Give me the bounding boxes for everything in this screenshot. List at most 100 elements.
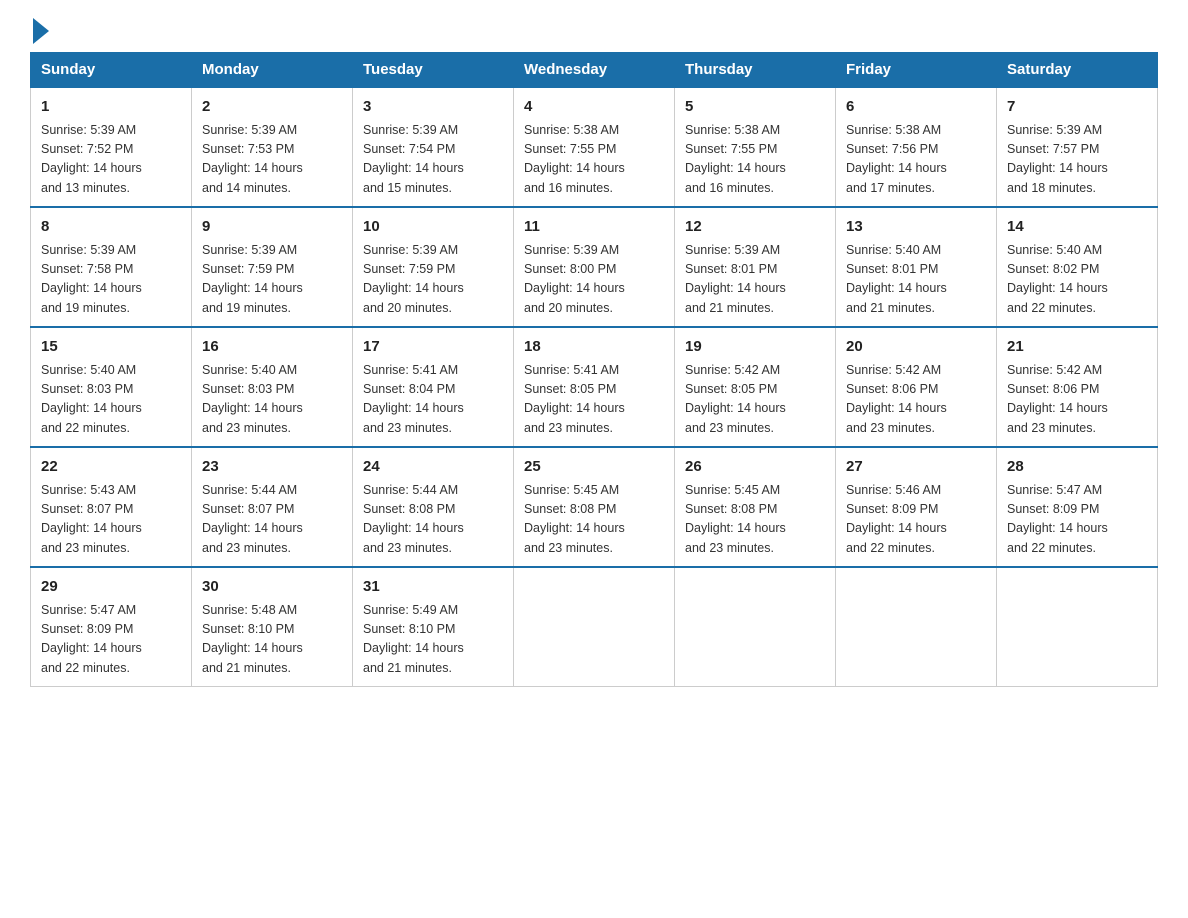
calendar-day-cell [836, 567, 997, 687]
day-info: Sunrise: 5:46 AMSunset: 8:09 PMDaylight:… [846, 481, 986, 559]
calendar-week-row: 1Sunrise: 5:39 AMSunset: 7:52 PMDaylight… [31, 87, 1158, 207]
day-number: 2 [202, 96, 342, 119]
day-info: Sunrise: 5:39 AMSunset: 8:01 PMDaylight:… [685, 241, 825, 319]
day-number: 14 [1007, 216, 1147, 239]
day-number: 1 [41, 96, 181, 119]
header-wednesday: Wednesday [514, 53, 675, 88]
day-info: Sunrise: 5:41 AMSunset: 8:04 PMDaylight:… [363, 361, 503, 439]
header-monday: Monday [192, 53, 353, 88]
day-number: 4 [524, 96, 664, 119]
day-number: 18 [524, 336, 664, 359]
day-number: 27 [846, 456, 986, 479]
calendar-day-cell: 23Sunrise: 5:44 AMSunset: 8:07 PMDayligh… [192, 447, 353, 567]
day-info: Sunrise: 5:47 AMSunset: 8:09 PMDaylight:… [41, 601, 181, 679]
calendar-week-row: 15Sunrise: 5:40 AMSunset: 8:03 PMDayligh… [31, 327, 1158, 447]
day-number: 7 [1007, 96, 1147, 119]
calendar-day-cell: 8Sunrise: 5:39 AMSunset: 7:58 PMDaylight… [31, 207, 192, 327]
day-number: 15 [41, 336, 181, 359]
calendar-day-cell: 17Sunrise: 5:41 AMSunset: 8:04 PMDayligh… [353, 327, 514, 447]
day-number: 10 [363, 216, 503, 239]
day-number: 19 [685, 336, 825, 359]
day-info: Sunrise: 5:42 AMSunset: 8:05 PMDaylight:… [685, 361, 825, 439]
day-number: 31 [363, 576, 503, 599]
day-number: 11 [524, 216, 664, 239]
day-info: Sunrise: 5:39 AMSunset: 7:58 PMDaylight:… [41, 241, 181, 319]
day-info: Sunrise: 5:47 AMSunset: 8:09 PMDaylight:… [1007, 481, 1147, 559]
day-number: 23 [202, 456, 342, 479]
day-info: Sunrise: 5:40 AMSunset: 8:02 PMDaylight:… [1007, 241, 1147, 319]
calendar-day-cell: 7Sunrise: 5:39 AMSunset: 7:57 PMDaylight… [997, 87, 1158, 207]
calendar-day-cell: 12Sunrise: 5:39 AMSunset: 8:01 PMDayligh… [675, 207, 836, 327]
calendar-day-cell: 14Sunrise: 5:40 AMSunset: 8:02 PMDayligh… [997, 207, 1158, 327]
header-thursday: Thursday [675, 53, 836, 88]
calendar-day-cell: 5Sunrise: 5:38 AMSunset: 7:55 PMDaylight… [675, 87, 836, 207]
calendar-day-cell: 11Sunrise: 5:39 AMSunset: 8:00 PMDayligh… [514, 207, 675, 327]
header-sunday: Sunday [31, 53, 192, 88]
calendar-week-row: 22Sunrise: 5:43 AMSunset: 8:07 PMDayligh… [31, 447, 1158, 567]
calendar-day-cell [675, 567, 836, 687]
calendar-day-cell: 1Sunrise: 5:39 AMSunset: 7:52 PMDaylight… [31, 87, 192, 207]
day-info: Sunrise: 5:39 AMSunset: 7:59 PMDaylight:… [363, 241, 503, 319]
calendar-day-cell: 4Sunrise: 5:38 AMSunset: 7:55 PMDaylight… [514, 87, 675, 207]
calendar-day-cell: 3Sunrise: 5:39 AMSunset: 7:54 PMDaylight… [353, 87, 514, 207]
calendar-day-cell: 10Sunrise: 5:39 AMSunset: 7:59 PMDayligh… [353, 207, 514, 327]
day-info: Sunrise: 5:38 AMSunset: 7:55 PMDaylight:… [685, 121, 825, 199]
day-info: Sunrise: 5:40 AMSunset: 8:01 PMDaylight:… [846, 241, 986, 319]
calendar-day-cell: 9Sunrise: 5:39 AMSunset: 7:59 PMDaylight… [192, 207, 353, 327]
calendar-day-cell: 2Sunrise: 5:39 AMSunset: 7:53 PMDaylight… [192, 87, 353, 207]
day-info: Sunrise: 5:40 AMSunset: 8:03 PMDaylight:… [41, 361, 181, 439]
header-tuesday: Tuesday [353, 53, 514, 88]
calendar-day-cell: 19Sunrise: 5:42 AMSunset: 8:05 PMDayligh… [675, 327, 836, 447]
day-info: Sunrise: 5:45 AMSunset: 8:08 PMDaylight:… [685, 481, 825, 559]
day-number: 12 [685, 216, 825, 239]
logo-arrow-icon [33, 18, 49, 44]
day-info: Sunrise: 5:49 AMSunset: 8:10 PMDaylight:… [363, 601, 503, 679]
calendar-week-row: 29Sunrise: 5:47 AMSunset: 8:09 PMDayligh… [31, 567, 1158, 687]
header-friday: Friday [836, 53, 997, 88]
day-info: Sunrise: 5:44 AMSunset: 8:07 PMDaylight:… [202, 481, 342, 559]
day-number: 5 [685, 96, 825, 119]
header-saturday: Saturday [997, 53, 1158, 88]
day-number: 8 [41, 216, 181, 239]
day-number: 30 [202, 576, 342, 599]
day-info: Sunrise: 5:45 AMSunset: 8:08 PMDaylight:… [524, 481, 664, 559]
calendar-day-cell: 31Sunrise: 5:49 AMSunset: 8:10 PMDayligh… [353, 567, 514, 687]
calendar-day-cell: 15Sunrise: 5:40 AMSunset: 8:03 PMDayligh… [31, 327, 192, 447]
day-number: 25 [524, 456, 664, 479]
calendar-day-cell: 13Sunrise: 5:40 AMSunset: 8:01 PMDayligh… [836, 207, 997, 327]
calendar-day-cell: 6Sunrise: 5:38 AMSunset: 7:56 PMDaylight… [836, 87, 997, 207]
day-number: 21 [1007, 336, 1147, 359]
calendar-day-cell [514, 567, 675, 687]
calendar-day-cell: 29Sunrise: 5:47 AMSunset: 8:09 PMDayligh… [31, 567, 192, 687]
day-number: 22 [41, 456, 181, 479]
calendar-day-cell [997, 567, 1158, 687]
calendar-day-cell: 16Sunrise: 5:40 AMSunset: 8:03 PMDayligh… [192, 327, 353, 447]
day-number: 29 [41, 576, 181, 599]
calendar-day-cell: 24Sunrise: 5:44 AMSunset: 8:08 PMDayligh… [353, 447, 514, 567]
calendar-day-cell: 27Sunrise: 5:46 AMSunset: 8:09 PMDayligh… [836, 447, 997, 567]
calendar-day-cell: 21Sunrise: 5:42 AMSunset: 8:06 PMDayligh… [997, 327, 1158, 447]
day-number: 13 [846, 216, 986, 239]
day-number: 17 [363, 336, 503, 359]
weekday-header-row: Sunday Monday Tuesday Wednesday Thursday… [31, 53, 1158, 88]
calendar-day-cell: 20Sunrise: 5:42 AMSunset: 8:06 PMDayligh… [836, 327, 997, 447]
day-info: Sunrise: 5:42 AMSunset: 8:06 PMDaylight:… [846, 361, 986, 439]
calendar-day-cell: 18Sunrise: 5:41 AMSunset: 8:05 PMDayligh… [514, 327, 675, 447]
day-number: 20 [846, 336, 986, 359]
day-number: 26 [685, 456, 825, 479]
calendar-week-row: 8Sunrise: 5:39 AMSunset: 7:58 PMDaylight… [31, 207, 1158, 327]
calendar-day-cell: 26Sunrise: 5:45 AMSunset: 8:08 PMDayligh… [675, 447, 836, 567]
day-info: Sunrise: 5:38 AMSunset: 7:56 PMDaylight:… [846, 121, 986, 199]
day-info: Sunrise: 5:39 AMSunset: 7:57 PMDaylight:… [1007, 121, 1147, 199]
day-number: 3 [363, 96, 503, 119]
day-info: Sunrise: 5:42 AMSunset: 8:06 PMDaylight:… [1007, 361, 1147, 439]
page-header [30, 20, 1158, 42]
calendar-day-cell: 25Sunrise: 5:45 AMSunset: 8:08 PMDayligh… [514, 447, 675, 567]
day-info: Sunrise: 5:43 AMSunset: 8:07 PMDaylight:… [41, 481, 181, 559]
day-info: Sunrise: 5:39 AMSunset: 7:53 PMDaylight:… [202, 121, 342, 199]
day-info: Sunrise: 5:41 AMSunset: 8:05 PMDaylight:… [524, 361, 664, 439]
day-info: Sunrise: 5:39 AMSunset: 8:00 PMDaylight:… [524, 241, 664, 319]
day-number: 28 [1007, 456, 1147, 479]
day-info: Sunrise: 5:44 AMSunset: 8:08 PMDaylight:… [363, 481, 503, 559]
day-info: Sunrise: 5:48 AMSunset: 8:10 PMDaylight:… [202, 601, 342, 679]
